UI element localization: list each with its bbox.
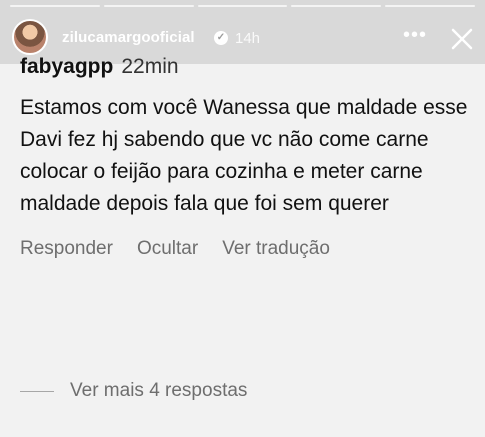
- story-progress-bar: [197, 5, 288, 7]
- comment: fabyagpp 22min Estamos com você Wanessa …: [20, 54, 470, 261]
- verified-icon: ✓: [214, 31, 228, 45]
- more-icon[interactable]: •••: [403, 23, 427, 47]
- avatar[interactable]: [12, 19, 48, 55]
- story-progress-bar: [10, 5, 100, 7]
- translate-button[interactable]: Ver tradução: [222, 237, 330, 261]
- story-username[interactable]: zilucamargooficial: [62, 29, 195, 46]
- hide-button[interactable]: Ocultar: [137, 237, 198, 261]
- reply-button[interactable]: Responder: [20, 237, 113, 261]
- story-progress-bar: [103, 5, 194, 7]
- story-progress-bar: [291, 5, 382, 7]
- close-icon[interactable]: [447, 24, 477, 54]
- story-time: 14h: [235, 30, 261, 47]
- comment-actions: Responder Ocultar Ver tradução: [20, 237, 470, 261]
- comment-text: Estamos com você Wanessa que maldade ess…: [20, 96, 468, 215]
- comment-time: 22min: [121, 55, 179, 78]
- reply-divider: [20, 390, 54, 392]
- comment-meta: fabyagpp 22min: [20, 54, 470, 80]
- more-replies-label: Ver mais 4 respostas: [70, 380, 248, 401]
- story-progress-bar: [385, 5, 475, 7]
- comment-username[interactable]: fabyagpp: [20, 54, 113, 80]
- more-replies-button[interactable]: Ver mais 4 respostas: [20, 380, 247, 402]
- story-progress-bars: [10, 5, 475, 7]
